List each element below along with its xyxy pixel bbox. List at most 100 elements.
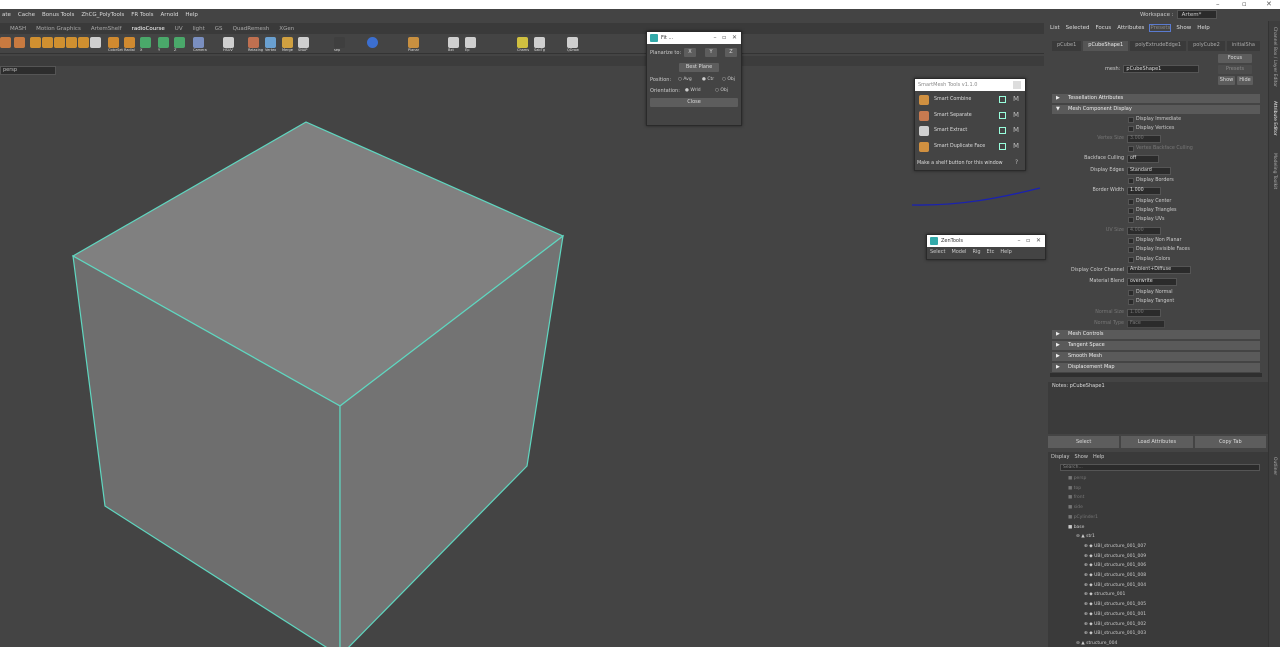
node-tab[interactable]: polyCube2 [1188, 41, 1225, 51]
backface-culling-dropdown[interactable]: off [1127, 155, 1159, 163]
maximize-icon[interactable]: ▫ [1242, 0, 1247, 9]
smartmesh-titlebar[interactable]: SmartMesh Tools v1.1.0 [915, 79, 1025, 91]
outliner-item[interactable]: ⊕ ◆ structure_001 [1084, 592, 1125, 597]
shelf-tool-icon[interactable] [158, 37, 169, 48]
outliner-item[interactable]: ⊖ ▲ str1 [1076, 534, 1095, 539]
menu-item[interactable]: FR Tools [131, 12, 153, 18]
options-icon[interactable] [999, 127, 1006, 134]
copy-tab-button[interactable]: Copy Tab [1194, 436, 1266, 448]
display-edges-dropdown[interactable]: Standard [1127, 167, 1171, 175]
position-avg-radio[interactable]: ○ Avg [678, 77, 692, 82]
display-vertices-checkbox[interactable] [1128, 126, 1134, 132]
display-uvs-checkbox[interactable] [1128, 217, 1134, 223]
menu-item[interactable]: Bonus Tools [42, 12, 74, 18]
focus-button[interactable]: Focus [1218, 54, 1252, 63]
shelf-tool-icon[interactable] [54, 37, 65, 48]
normal-type-dropdown[interactable]: Face [1127, 320, 1165, 328]
shelf-tool-icon[interactable] [567, 37, 578, 48]
shelf-tool-icon[interactable] [66, 37, 77, 48]
select-button[interactable]: Select [1048, 436, 1120, 448]
outliner-menu-show[interactable]: Show [1074, 454, 1088, 460]
shelf-tool-icon[interactable] [298, 37, 309, 48]
ae-menu-focus[interactable]: Focus [1095, 25, 1111, 31]
ae-menu-selected[interactable]: Selected [1066, 25, 1090, 31]
shelf-tool-icon[interactable] [174, 37, 185, 48]
shelf-tool-icon[interactable] [334, 37, 345, 48]
position-obj-radio[interactable]: ○ Obj [722, 77, 735, 82]
ae-menu-list[interactable]: List [1050, 25, 1060, 31]
zen-menu-item[interactable]: Rig [972, 249, 980, 255]
shelf-tool-icon[interactable] [248, 37, 259, 48]
window-controls[interactable]: – ▫ ✕ [1017, 235, 1041, 247]
smartmesh-close-icon[interactable] [1013, 81, 1021, 89]
menu-item[interactable]: ZhCG_PolyTools [81, 12, 124, 18]
display-borders-checkbox[interactable] [1128, 178, 1134, 184]
help-icon[interactable]: ? [1015, 159, 1018, 166]
notes-area[interactable]: Notes: pCubeShape1 [1048, 382, 1268, 434]
attribute-editor-tab[interactable]: Attribute Editor [1272, 101, 1277, 136]
outliner-item[interactable]: ⊕ ◆ UBI_structure_001_003 [1084, 631, 1146, 636]
outliner-item[interactable]: ⊕ ◆ UBI_structure_001_005 [1084, 602, 1146, 607]
outliner-item[interactable]: ■ persp [1068, 476, 1086, 481]
zen-menu-item[interactable]: Select [930, 249, 945, 255]
outliner-tab[interactable]: Outliner [1272, 457, 1277, 475]
load-attributes-button[interactable]: Load Attributes [1121, 436, 1193, 448]
zentools-titlebar[interactable]: ZenTools – ▫ ✕ [927, 235, 1045, 247]
border-width-field[interactable]: 1.000 [1127, 187, 1161, 195]
modeling-toolkit-tab[interactable]: Modeling Toolkit [1272, 153, 1277, 189]
smartmesh-item[interactable]: Smart Duplicate Face M [917, 141, 1023, 153]
outliner-item[interactable]: ⊕ ◆ UBI_structure_001_004 [1084, 583, 1146, 588]
shelf-tab[interactable]: GS [215, 26, 223, 32]
menu-item[interactable]: Cache [18, 12, 35, 18]
uv-size-field[interactable]: 4.000 [1127, 227, 1161, 235]
section-tessellation[interactable]: ▶ Tessellation Attributes [1052, 94, 1260, 103]
node-tab[interactable]: polyExtrudeEdge1 [1130, 41, 1187, 51]
show-button[interactable]: Show [1218, 76, 1235, 85]
maya-shelf-icon[interactable]: M [1013, 95, 1019, 103]
outliner-item[interactable]: ⊕ ◆ UBI_structure_001_006 [1084, 563, 1146, 568]
display-tangent-checkbox[interactable] [1128, 299, 1134, 305]
menu-item[interactable]: Help [185, 12, 198, 18]
shelf-tab[interactable]: light [193, 26, 205, 32]
quick-rig-icon[interactable] [367, 37, 378, 48]
display-immediate-checkbox[interactable] [1128, 117, 1134, 123]
shelf-tool-icon[interactable] [124, 37, 135, 48]
orientation-wrld-radio[interactable]: ● Wrld [685, 88, 701, 93]
section-displacement-map[interactable]: ▶ Displacement Map [1052, 363, 1260, 372]
outliner-item[interactable]: ⊕ ◆ UBI_structure_001_007 [1084, 544, 1146, 549]
outliner-item[interactable]: ■ side [1068, 505, 1083, 510]
smartmesh-item[interactable]: Smart Extract M [917, 125, 1023, 137]
menu-item[interactable]: Arnold [161, 12, 179, 18]
mesh-name-field[interactable]: pCubeShape1 [1123, 65, 1200, 73]
outliner-item[interactable]: ⊕ ◆ UBI_structure_001_009 [1084, 554, 1146, 559]
minimize-icon[interactable]: – [1216, 0, 1220, 9]
display-center-checkbox[interactable] [1128, 199, 1134, 205]
axis-x-button[interactable]: X [684, 48, 696, 57]
maya-shelf-icon[interactable]: M [1013, 111, 1019, 119]
options-icon[interactable] [999, 142, 1006, 150]
shelf-tool-icon[interactable] [14, 37, 25, 48]
workspace-dropdown[interactable]: Artem* [1176, 10, 1217, 19]
section-mesh-component-display[interactable]: ▼ Mesh Component Display [1052, 105, 1260, 114]
outliner-menu-display[interactable]: Display [1051, 454, 1069, 460]
axis-z-button[interactable]: Z [725, 48, 737, 57]
shelf-tool-icon[interactable] [265, 37, 276, 48]
shelf-tool-icon[interactable] [517, 37, 528, 48]
shelf-tool-icon[interactable] [90, 37, 101, 48]
shelf-tab[interactable]: ArtemShelf [91, 26, 122, 32]
close-icon[interactable]: ✕ [1266, 0, 1272, 9]
fit-window-titlebar[interactable]: Fit ... – ▫ ✕ [647, 32, 741, 44]
channel-box-tab[interactable]: Channel Box / Layer Editor [1272, 27, 1277, 87]
shelf-tool-icon[interactable] [408, 37, 419, 48]
ae-menu-show[interactable]: Show [1176, 25, 1191, 31]
shelf-tool-icon[interactable] [42, 37, 53, 48]
shelf-tool-icon[interactable] [140, 37, 151, 48]
shelf-tab[interactable]: QuadRemesh [233, 26, 270, 32]
vertex-size-field[interactable]: 3.000 [1127, 135, 1161, 143]
shelf-tool-icon[interactable] [448, 37, 459, 48]
display-color-channel-dropdown[interactable]: Ambient+Diffuse [1127, 266, 1191, 274]
shelf-tab[interactable]: MASH [10, 26, 26, 32]
smartmesh-item[interactable]: Smart Separate M [917, 110, 1023, 122]
cube-mesh[interactable] [0, 66, 1044, 647]
options-icon[interactable] [999, 111, 1006, 119]
